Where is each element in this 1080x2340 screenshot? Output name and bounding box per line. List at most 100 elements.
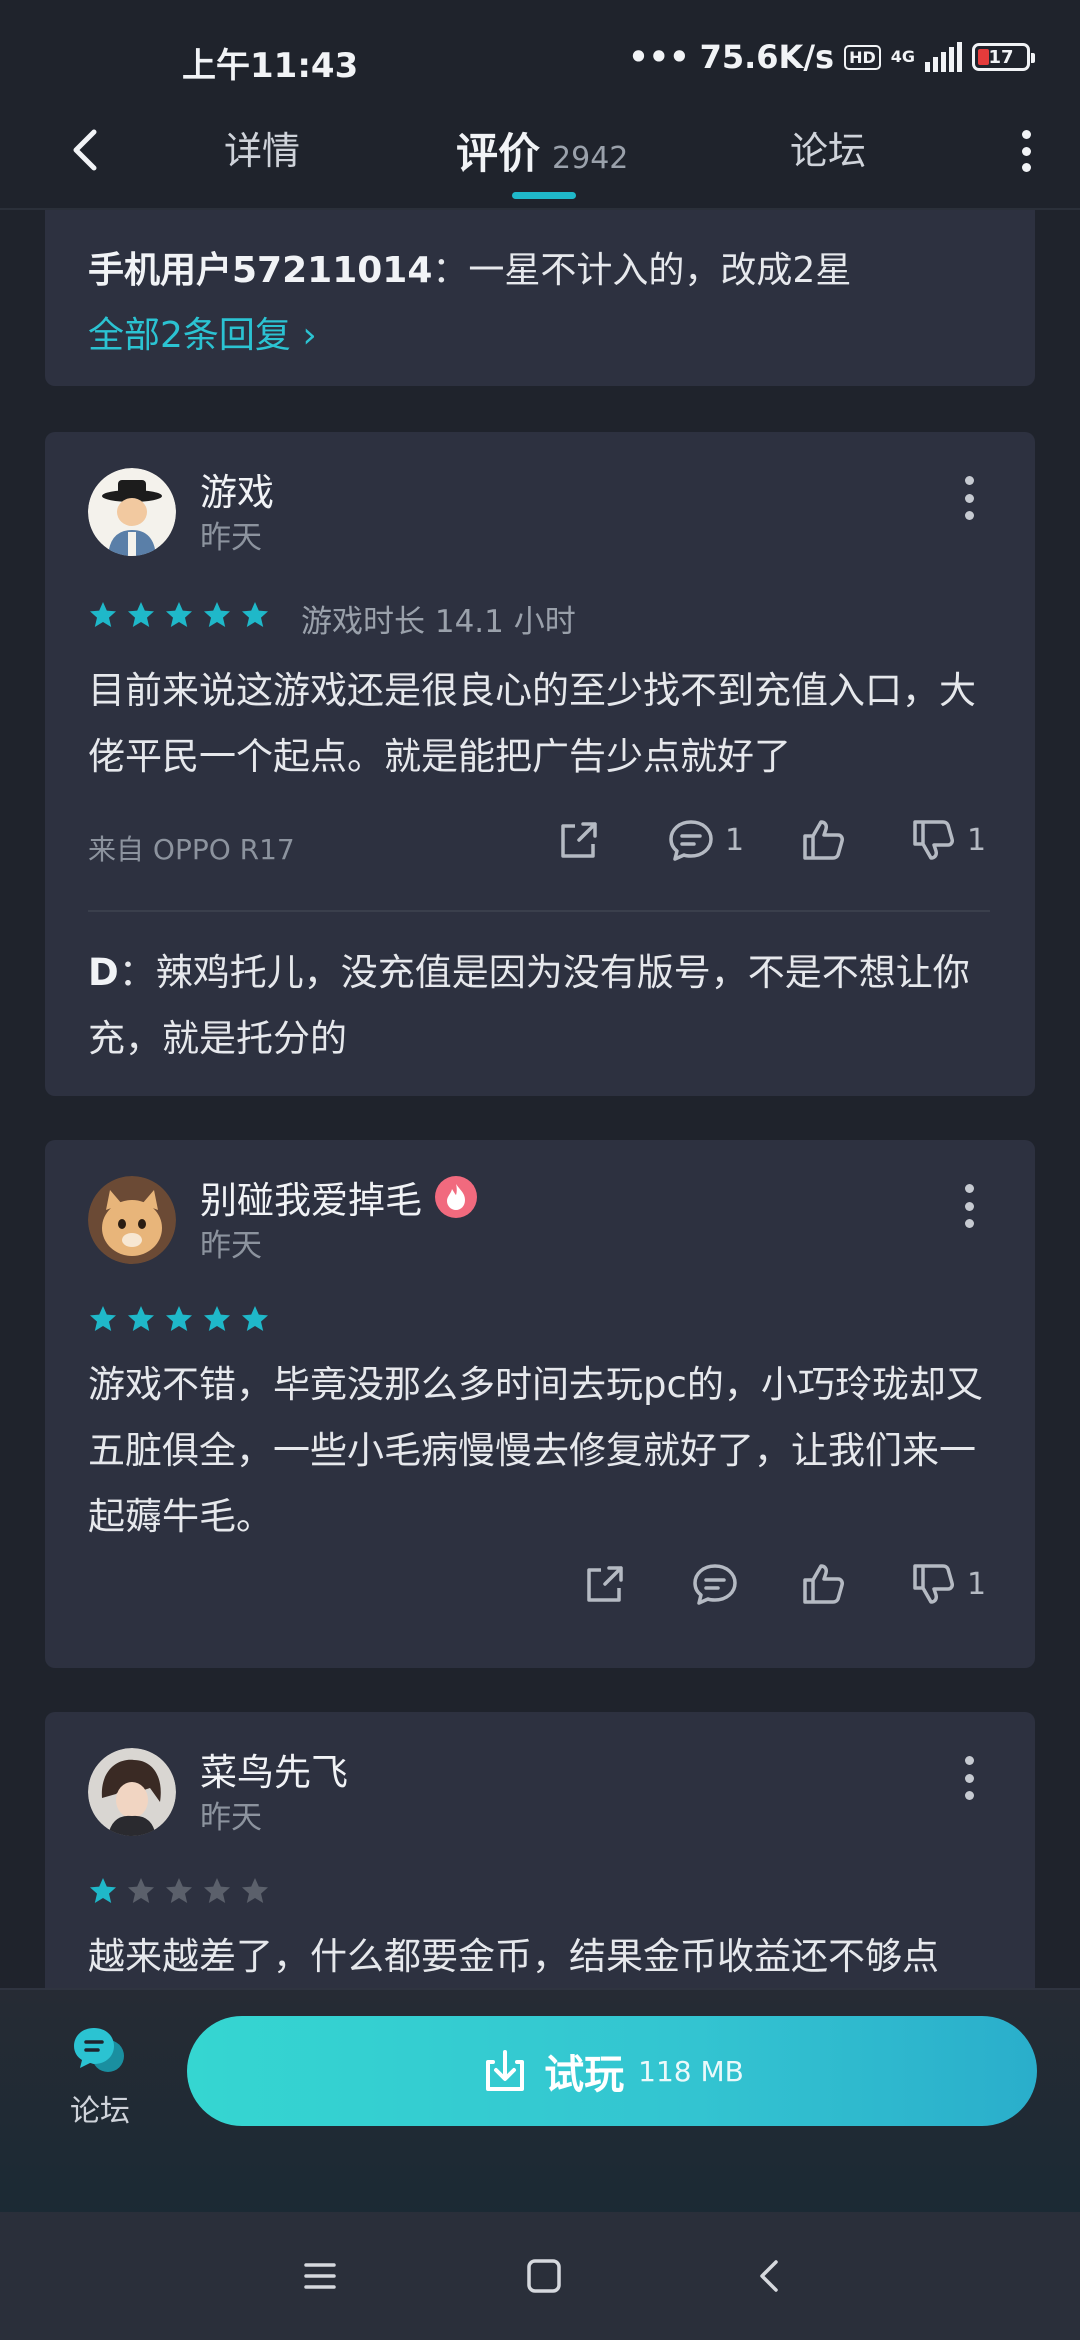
review-content: 游戏不错，毕竟没那么多时间去玩pc的，小巧玲珑却又五脏俱全，一些小毛病慢慢去修复… <box>88 1363 983 1538</box>
review-count: 2942 <box>552 141 629 176</box>
more-menu-button[interactable] <box>1014 126 1038 176</box>
star-filled-icon <box>204 1306 230 1331</box>
all-replies-link[interactable]: 全部2条回复 › <box>88 306 317 358</box>
username-row: 别碰我爱掉毛 <box>200 1170 478 1224</box>
star-filled-icon <box>128 1306 154 1331</box>
star-rating <box>88 600 270 630</box>
like-button[interactable] <box>797 1558 849 1610</box>
username[interactable]: 别碰我爱掉毛 <box>200 1170 422 1224</box>
reply-user: 手机用户57211014 <box>88 250 433 291</box>
tab-forum[interactable]: 论坛 <box>790 120 866 175</box>
star-empty-icon <box>242 1878 268 1903</box>
review-more-button[interactable] <box>963 476 975 520</box>
share-button[interactable] <box>579 1558 631 1610</box>
tab-detail[interactable]: 详情 <box>224 120 300 175</box>
star-filled-icon <box>166 602 192 627</box>
avatar[interactable] <box>88 468 176 556</box>
star-empty-icon <box>204 1878 230 1903</box>
more-dots-icon: ••• <box>628 38 690 76</box>
share-icon <box>561 822 597 858</box>
star-filled-icon <box>166 1306 192 1331</box>
star-empty-icon <box>128 1878 154 1903</box>
forum-icon <box>74 2028 124 2072</box>
reply-separator: ： <box>432 250 469 291</box>
review-date: 昨天 <box>200 520 262 556</box>
reply-separator: ： <box>118 951 156 994</box>
star-rating <box>88 1304 270 1334</box>
back-nav-icon[interactable] <box>746 2252 794 2300</box>
bottom-action-bar: 论坛 试玩 118 MB <box>0 1988 1080 2214</box>
review-more-button[interactable] <box>963 1184 975 1228</box>
comment-icon <box>669 820 713 861</box>
home-icon[interactable] <box>520 2252 568 2300</box>
star-filled-icon <box>128 602 154 627</box>
review-more-button[interactable] <box>963 1756 975 1800</box>
star-filled-icon <box>204 602 230 627</box>
reply-preview: 手机用户57211014：一星不计入的，改成2星 <box>88 242 851 300</box>
star-filled-icon <box>90 1306 116 1331</box>
tab-indicator <box>512 192 576 199</box>
dislike-button[interactable]: 1 <box>907 814 986 866</box>
review-card: 别碰我爱掉毛 昨天 游戏不错，毕竟没那么多时间去玩pc的，小巧玲珑却又五脏俱全，… <box>45 1140 1035 1668</box>
dislike-count: 1 <box>967 822 987 858</box>
star-filled-icon <box>242 602 268 627</box>
divider <box>88 910 990 912</box>
battery-level: 17 <box>988 46 1014 68</box>
top-nav: 详情 评价 2942 论坛 <box>0 100 1080 210</box>
review-date: 昨天 <box>200 1800 262 1836</box>
thumbs-up-icon <box>803 1564 844 1604</box>
device-label: 来自 OPPO R17 <box>88 833 295 866</box>
signal-icon <box>925 42 962 72</box>
reply-text: 一星不计入的，改成2星 <box>468 250 852 291</box>
review-card-previous: 手机用户57211014：一星不计入的，改成2星 全部2条回复 › <box>45 210 1035 386</box>
comment-icon <box>693 1564 737 1605</box>
review-card: 菜鸟先飞 昨天 越来越差了，什么都要金币，结果金币收益还不够点 <box>45 1712 1035 2012</box>
tab-reviews-label: 评价 <box>456 129 541 178</box>
review-card: 游戏 昨天 游戏时长 14.1 小时 目前来说这游戏还是很良心的至少找不到充值入… <box>45 432 1035 1096</box>
back-button[interactable] <box>58 120 118 180</box>
review-content: 目前来说这游戏还是很良心的至少找不到充值入口，大佬平民一个起点。就是能把广告少点… <box>88 669 976 778</box>
thumbs-up-icon <box>803 820 844 860</box>
reply-user: D <box>88 951 119 994</box>
system-nav-bar <box>0 2212 1080 2340</box>
try-play-label: 试玩 <box>544 2052 625 2098</box>
avatar[interactable] <box>88 1176 176 1264</box>
reply-text: 辣鸡托儿，没充值是因为没有版号，不是不想让你充，就是托分的 <box>88 951 970 1060</box>
star-filled-icon <box>90 602 116 627</box>
tab-reviews[interactable]: 评价 2942 <box>456 120 628 181</box>
review-date: 昨天 <box>200 1228 262 1264</box>
try-play-button[interactable]: 试玩 118 MB <box>187 2016 1037 2126</box>
reply-preview: D：辣鸡托儿，没充值是因为没有版号，不是不想让你充，就是托分的 <box>88 940 998 1072</box>
battery-icon: 17 <box>972 43 1035 71</box>
network-type: 4G <box>890 47 915 66</box>
hd-badge: HD <box>844 44 881 70</box>
dislike-button[interactable]: 1 <box>907 1558 986 1610</box>
network-speed: 75.6K/s <box>699 38 835 76</box>
star-empty-icon <box>166 1878 192 1903</box>
share-icon <box>587 1566 623 1602</box>
username[interactable]: 菜鸟先飞 <box>200 1742 348 1796</box>
forum-button[interactable]: 论坛 <box>60 2022 140 2130</box>
like-button[interactable] <box>797 814 849 866</box>
comment-count: 1 <box>725 822 745 858</box>
status-time: 上午11:43 <box>182 46 359 86</box>
menu-icon[interactable] <box>296 2252 344 2300</box>
download-size: 118 MB <box>638 2054 744 2088</box>
share-button[interactable] <box>553 814 605 866</box>
forum-label: 论坛 <box>70 2094 130 2129</box>
review-content: 越来越差了，什么都要金币，结果金币收益还不够点 <box>88 1935 939 1978</box>
status-right: ••• 75.6K/s HD 4G 17 <box>628 38 1035 76</box>
play-time: 游戏时长 14.1 小时 <box>301 604 576 640</box>
comment-button[interactable] <box>689 1558 741 1610</box>
star-rating <box>88 1876 270 1906</box>
back-arrow-icon <box>73 129 97 171</box>
star-filled-icon <box>242 1306 268 1331</box>
comment-button[interactable]: 1 <box>665 814 744 866</box>
thumbs-down-icon <box>913 820 954 860</box>
flame-badge-icon <box>435 1176 477 1218</box>
dislike-count: 1 <box>967 1566 987 1602</box>
thumbs-down-icon <box>913 1564 954 1604</box>
avatar[interactable] <box>88 1748 176 1836</box>
download-icon <box>486 2050 525 2091</box>
username[interactable]: 游戏 <box>200 462 274 516</box>
